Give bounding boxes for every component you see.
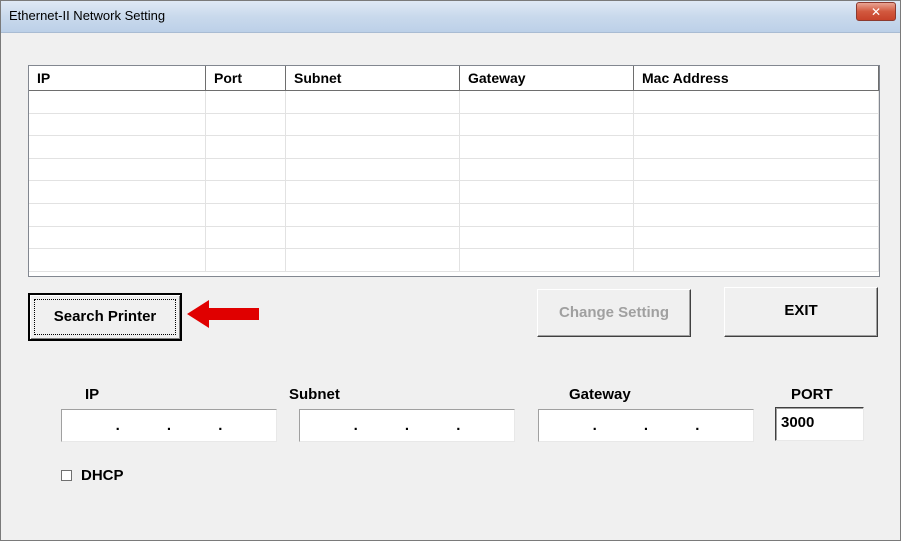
- column-header-gateway[interactable]: Gateway: [460, 66, 634, 90]
- printer-list[interactable]: IP Port Subnet Gateway Mac Address: [28, 65, 880, 277]
- dhcp-checkbox-box[interactable]: [61, 470, 72, 481]
- table-cell: [29, 226, 206, 249]
- port-input[interactable]: 3000: [775, 407, 864, 441]
- dhcp-checkbox[interactable]: DHCP: [61, 467, 124, 484]
- table-cell: [634, 158, 879, 181]
- dhcp-label: DHCP: [81, 467, 124, 484]
- table-row[interactable]: [29, 181, 879, 204]
- table-cell: [286, 181, 460, 203]
- table-row[interactable]: [29, 136, 879, 159]
- table-cell: [206, 181, 286, 203]
- table-cell: [29, 249, 206, 271]
- subnet-dot-separator: .: [353, 417, 358, 434]
- list-header: IP Port Subnet Gateway Mac Address: [29, 66, 879, 91]
- table-row[interactable]: [29, 158, 879, 182]
- table-cell: [634, 226, 879, 249]
- table-cell: [206, 226, 286, 249]
- search-printer-label: Search Printer: [34, 299, 176, 335]
- table-cell: [286, 113, 460, 136]
- column-header-ip[interactable]: IP: [29, 66, 206, 90]
- title-bar[interactable]: Ethernet-II Network Setting ✕: [1, 1, 900, 33]
- table-cell: [460, 203, 634, 226]
- column-header-subnet[interactable]: Subnet: [286, 66, 460, 90]
- table-cell: [29, 136, 206, 158]
- table-cell: [286, 158, 460, 181]
- table-cell: [286, 91, 460, 113]
- table-cell: [634, 181, 879, 203]
- table-cell: [460, 91, 634, 113]
- table-cell: [460, 181, 634, 203]
- close-button[interactable]: ✕: [856, 2, 896, 21]
- ip-dot-separator: .: [166, 417, 172, 434]
- gateway-label: Gateway: [569, 386, 631, 403]
- table-cell: [206, 91, 286, 113]
- red-arrow-icon: [187, 300, 259, 328]
- table-cell: [460, 113, 634, 136]
- table-cell: [286, 226, 460, 249]
- table-cell: [206, 203, 286, 226]
- close-icon: ✕: [870, 5, 882, 19]
- table-cell: [286, 136, 460, 158]
- subnet-dot-separator: .: [456, 417, 461, 434]
- search-printer-button[interactable]: Search Printer: [28, 293, 182, 341]
- table-cell: [460, 249, 634, 271]
- ip-address-input[interactable]: . . .: [61, 409, 277, 442]
- subnet-dot-separator: .: [404, 417, 410, 434]
- table-cell: [206, 249, 286, 271]
- table-row[interactable]: [29, 113, 879, 137]
- table-cell: [460, 136, 634, 158]
- gateway-dot-separator: .: [592, 417, 597, 434]
- table-row[interactable]: [29, 226, 879, 250]
- table-cell: [29, 158, 206, 181]
- table-cell: [206, 113, 286, 136]
- change-setting-button[interactable]: Change Setting: [537, 289, 691, 337]
- table-cell: [29, 113, 206, 136]
- table-cell: [460, 226, 634, 249]
- ip-dot-separator: .: [115, 417, 120, 434]
- column-header-port[interactable]: Port: [206, 66, 286, 90]
- table-cell: [286, 249, 460, 271]
- gateway-dot-separator: .: [695, 417, 700, 434]
- table-cell: [634, 91, 879, 113]
- table-cell: [206, 136, 286, 158]
- gateway-dot-separator: .: [643, 417, 649, 434]
- table-cell: [634, 136, 879, 158]
- table-cell: [634, 249, 879, 271]
- table-cell: [634, 113, 879, 136]
- table-cell: [29, 203, 206, 226]
- table-cell: [206, 158, 286, 181]
- subnet-input[interactable]: . . .: [299, 409, 515, 442]
- table-cell: [634, 203, 879, 226]
- subnet-label: Subnet: [289, 386, 340, 403]
- table-row[interactable]: [29, 203, 879, 227]
- window-title: Ethernet-II Network Setting: [9, 8, 166, 23]
- column-header-mac-address[interactable]: Mac Address: [634, 66, 879, 90]
- gateway-input[interactable]: . . .: [538, 409, 754, 442]
- table-cell: [29, 91, 206, 113]
- table-cell: [460, 158, 634, 181]
- ip-dot-separator: .: [218, 417, 223, 434]
- list-body: [29, 91, 879, 276]
- table-cell: [286, 203, 460, 226]
- table-row[interactable]: [29, 249, 879, 272]
- ip-label: IP: [85, 386, 100, 403]
- table-row[interactable]: [29, 91, 879, 114]
- port-label: PORT: [791, 386, 833, 403]
- network-setting-window: Ethernet-II Network Setting ✕ IP Port Su…: [0, 0, 901, 541]
- exit-button[interactable]: EXIT: [724, 287, 878, 337]
- table-cell: [29, 181, 206, 203]
